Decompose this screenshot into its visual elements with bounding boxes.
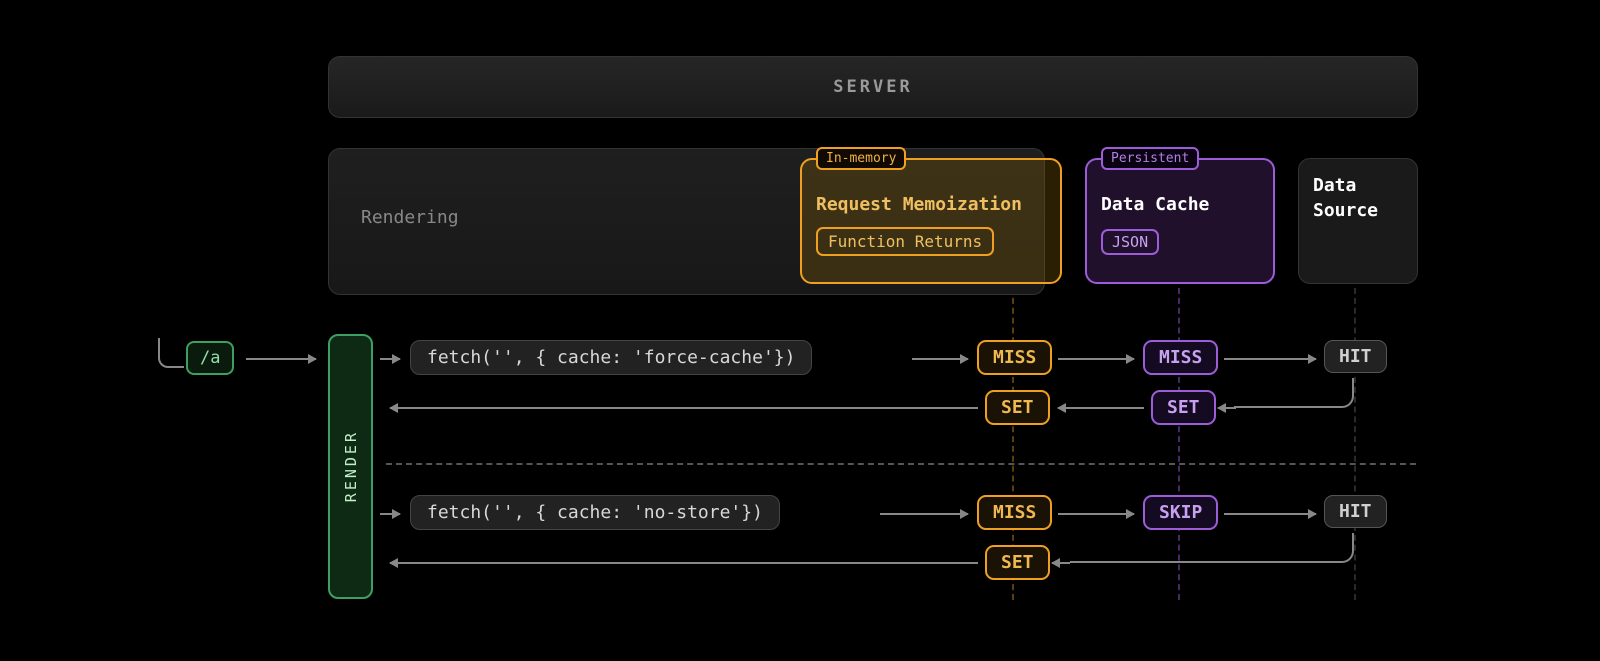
flow-divider xyxy=(386,463,1416,465)
cache-miss-1: MISS xyxy=(1143,340,1218,375)
arrow-icon xyxy=(1224,513,1316,515)
cache-skip-2: SKIP xyxy=(1143,495,1218,530)
arrow-icon xyxy=(390,562,978,564)
return-line-2 xyxy=(1070,533,1354,563)
arrow-icon xyxy=(380,358,400,360)
server-header: SERVER xyxy=(328,56,1418,118)
memo-tag: In-memory xyxy=(816,147,906,170)
data-cache-box: Persistent Data Cache JSON xyxy=(1085,158,1275,284)
cache-title: Data Cache xyxy=(1101,194,1259,215)
arrow-icon xyxy=(1058,513,1134,515)
source-line2: Source xyxy=(1313,200,1378,221)
arrow-icon xyxy=(1058,358,1134,360)
memo-miss-1: MISS xyxy=(977,340,1052,375)
arrow-icon xyxy=(1058,407,1144,409)
arrow-icon xyxy=(1224,358,1316,360)
memo-subtitle: Function Returns xyxy=(816,227,994,256)
fetch-code-1: fetch('', { cache: 'force-cache'}) xyxy=(410,340,812,375)
arrow-icon xyxy=(380,513,400,515)
render-bar: RENDER xyxy=(328,334,373,599)
incoming-request-line xyxy=(158,338,184,368)
memo-title: Request Memoization xyxy=(816,194,1046,215)
data-source-box: Data Source xyxy=(1298,158,1418,284)
source-guide-line xyxy=(1354,288,1356,600)
fetch-code-2: fetch('', { cache: 'no-store'}) xyxy=(410,495,780,530)
arrow-icon xyxy=(1052,562,1070,564)
render-label: RENDER xyxy=(342,430,360,502)
arrow-icon xyxy=(880,513,968,515)
source-line1: Data xyxy=(1313,175,1356,196)
source-hit-2: HIT xyxy=(1324,495,1387,528)
arrow-icon xyxy=(1218,407,1236,409)
source-hit-1: HIT xyxy=(1324,340,1387,373)
rendering-label: Rendering xyxy=(361,207,459,228)
arrow-to-render xyxy=(246,358,316,360)
return-line-1 xyxy=(1234,378,1354,408)
route-chip: /a xyxy=(186,341,234,375)
memo-miss-2: MISS xyxy=(977,495,1052,530)
memo-set-2: SET xyxy=(985,545,1050,580)
memo-set-1: SET xyxy=(985,390,1050,425)
cache-tag: Persistent xyxy=(1101,147,1199,170)
cache-set-1: SET xyxy=(1151,390,1216,425)
arrow-icon xyxy=(390,407,978,409)
cache-subtitle: JSON xyxy=(1101,229,1159,255)
server-label: SERVER xyxy=(833,77,912,97)
request-memoization-box: In-memory Request Memoization Function R… xyxy=(800,158,1062,284)
arrow-icon xyxy=(912,358,968,360)
